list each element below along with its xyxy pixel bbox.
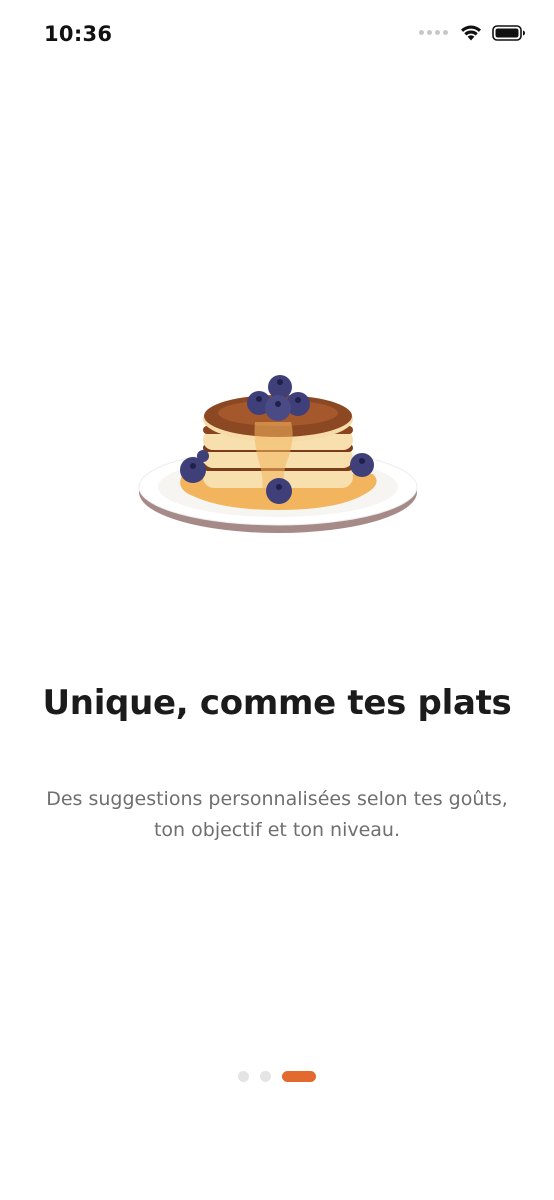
status-time: 10:36 xyxy=(44,22,113,46)
battery-icon xyxy=(492,24,525,41)
status-bar: 10:36 xyxy=(0,0,554,70)
page-indicator-dot-1[interactable] xyxy=(238,1071,249,1082)
onboarding-description: Des suggestions personnalisées selon tes… xyxy=(46,788,508,841)
status-icons xyxy=(419,24,526,41)
blueberry-icon xyxy=(247,375,310,421)
page-indicator[interactable] xyxy=(0,1071,554,1082)
page-indicator-dot-2[interactable] xyxy=(260,1071,271,1082)
pancake-stack-illustration xyxy=(138,375,418,533)
cellular-signal-icon xyxy=(419,30,448,35)
page-indicator-dot-3[interactable] xyxy=(282,1071,316,1082)
wifi-icon xyxy=(461,25,481,41)
onboarding-title: Unique, comme tes plats xyxy=(42,683,512,723)
